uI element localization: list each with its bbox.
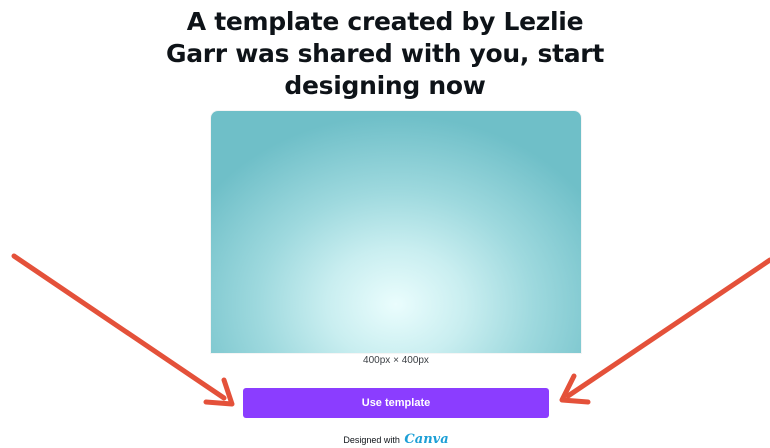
template-dimensions: 400px × 400px: [363, 355, 429, 366]
left-arrow-icon: [11, 253, 235, 407]
footer-prefix: Designed with: [343, 435, 400, 445]
page-title-line-1: A template created by Lezlie: [186, 7, 584, 36]
page-title-line-2: Garr was shared with you, start: [165, 39, 604, 68]
use-template-button[interactable]: Use template: [243, 388, 549, 418]
page-title-line-3: designing now: [284, 71, 486, 100]
canva-logo[interactable]: Canva: [404, 432, 448, 447]
template-preview: [211, 111, 581, 353]
designed-with-footer: Designed with Canva: [0, 432, 770, 447]
page-title: A template created by Lezlie Garr was sh…: [0, 6, 770, 102]
right-arrow-icon: [559, 257, 770, 405]
